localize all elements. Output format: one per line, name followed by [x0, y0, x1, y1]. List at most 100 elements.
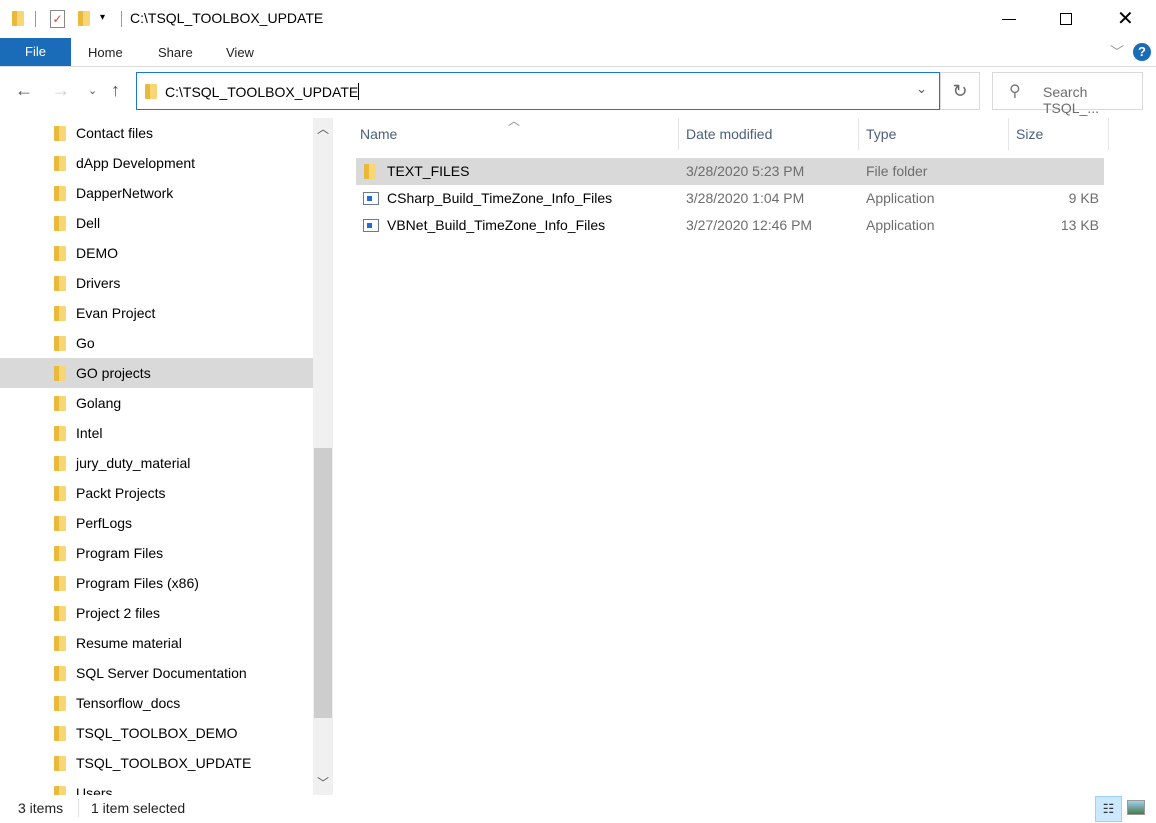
folder-icon — [54, 276, 66, 291]
nav-item[interactable]: TSQL_TOOLBOX_DEMO — [0, 718, 313, 748]
file-row[interactable]: VBNet_Build_TimeZone_Info_Files 3/27/2020… — [356, 212, 1104, 239]
close-button[interactable]: ✕ — [1117, 6, 1134, 31]
nav-item-label: Evan Project — [76, 305, 156, 321]
maximize-button[interactable] — [1060, 13, 1072, 25]
nav-item[interactable]: DapperNetwork — [0, 178, 313, 208]
folder-icon — [54, 486, 66, 501]
nav-item[interactable]: Tensorflow_docs — [0, 688, 313, 718]
refresh-button[interactable]: ↻ — [940, 72, 980, 110]
folder-icon — [145, 84, 157, 99]
scroll-up-icon[interactable]: ︿ — [313, 120, 333, 137]
nav-item[interactable]: Intel — [0, 418, 313, 448]
folder-icon — [54, 216, 66, 231]
nav-item[interactable]: Resume material — [0, 628, 313, 658]
folder-icon — [54, 546, 66, 561]
minimize-button[interactable] — [1002, 19, 1016, 20]
nav-item[interactable]: Evan Project — [0, 298, 313, 328]
column-header-date[interactable]: Date modified — [686, 118, 772, 150]
nav-item[interactable]: PerfLogs — [0, 508, 313, 538]
nav-item-label: DEMO — [76, 245, 118, 261]
nav-item[interactable]: Drivers — [0, 268, 313, 298]
folder-icon — [54, 156, 66, 171]
customize-toolbar-icon[interactable]: ▾ — [100, 12, 105, 23]
nav-item-label: Packt Projects — [76, 485, 166, 501]
file-name: TEXT_FILES — [387, 163, 470, 179]
column-header-size[interactable]: Size — [1016, 118, 1043, 150]
window-title: C:\TSQL_TOOLBOX_UPDATE — [130, 10, 324, 26]
nav-item-label: Go — [76, 335, 95, 351]
nav-item[interactable]: jury_duty_material — [0, 448, 313, 478]
nav-item-label: Contact files — [76, 125, 154, 141]
sort-ascending-icon: ︿ — [508, 114, 521, 128]
nav-scrollbar[interactable]: ︿ ﹀ — [313, 118, 333, 795]
application-icon — [363, 219, 379, 232]
nav-item[interactable]: dApp Development — [0, 148, 313, 178]
selection-count: 1 item selected — [91, 800, 186, 816]
file-date: 3/27/2020 12:46 PM — [686, 217, 813, 233]
back-button[interactable]: ← — [15, 80, 33, 101]
nav-item[interactable]: Program Files (x86) — [0, 568, 313, 598]
nav-item[interactable]: GO projects — [0, 358, 313, 388]
file-size: 13 KB — [1060, 217, 1099, 233]
nav-item-label: Users — [76, 785, 113, 795]
nav-item-label: Program Files — [76, 545, 164, 561]
column-divider[interactable] — [1108, 118, 1109, 150]
tab-share[interactable]: Share — [158, 45, 193, 60]
large-icons-view-button[interactable] — [1127, 800, 1145, 815]
details-view-button[interactable]: ☷ — [1095, 796, 1122, 822]
item-count: 3 items — [18, 800, 64, 816]
nav-item[interactable]: Dell — [0, 208, 313, 238]
nav-item[interactable]: DEMO — [0, 238, 313, 268]
file-type: Application — [866, 190, 935, 206]
file-row[interactable]: CSharp_Build_TimeZone_Info_Files 3/28/202… — [356, 185, 1104, 212]
nav-item-label: Golang — [76, 395, 122, 411]
column-divider[interactable] — [678, 118, 679, 150]
nav-item[interactable]: Users — [0, 778, 313, 795]
new-folder-icon[interactable] — [78, 11, 90, 26]
folder-icon — [54, 366, 66, 381]
nav-item[interactable]: Go — [0, 328, 313, 358]
nav-item-label: PerfLogs — [76, 515, 133, 531]
tab-view[interactable]: View — [226, 45, 254, 60]
column-header-name[interactable]: Name — [360, 118, 397, 150]
nav-item[interactable]: Project 2 files — [0, 598, 313, 628]
address-bar[interactable]: C:\TSQL_TOOLBOX_UPDATE ⌄ — [136, 72, 940, 110]
navigation-pane: Contact files dApp Development DapperNetwo… — [0, 118, 313, 795]
nav-item-label: SQL Server Documentation — [76, 665, 247, 681]
nav-item-label: TSQL_TOOLBOX_UPDATE — [76, 755, 252, 771]
help-icon[interactable]: ? — [1133, 43, 1151, 61]
expand-ribbon-icon[interactable]: ﹀ — [1110, 42, 1124, 62]
column-header-type[interactable]: Type — [866, 118, 896, 150]
nav-item-label: dApp Development — [76, 155, 196, 171]
divider — [35, 11, 36, 27]
nav-item[interactable]: Golang — [0, 388, 313, 418]
nav-item[interactable]: SQL Server Documentation — [0, 658, 313, 688]
file-row[interactable]: TEXT_FILES 3/28/2020 5:23 PM File folder — [356, 158, 1104, 185]
tab-file[interactable]: File — [0, 38, 71, 66]
search-placeholder[interactable]: Search TSQL_... — [1043, 84, 1142, 116]
scrollbar-thumb[interactable] — [314, 448, 332, 718]
address-path[interactable]: C:\TSQL_TOOLBOX_UPDATE — [165, 84, 358, 100]
nav-item-label: Project 2 files — [76, 605, 161, 621]
properties-icon[interactable]: ✓ — [50, 10, 65, 28]
scroll-down-icon[interactable]: ﹀ — [313, 774, 333, 791]
nav-item[interactable]: Contact files — [0, 118, 313, 148]
divider — [78, 799, 79, 817]
file-name: CSharp_Build_TimeZone_Info_Files — [387, 190, 613, 206]
nav-item[interactable]: TSQL_TOOLBOX_UPDATE — [0, 748, 313, 778]
nav-item-label: DapperNetwork — [76, 185, 174, 201]
up-button[interactable]: ↑ — [111, 80, 120, 101]
nav-item[interactable]: Packt Projects — [0, 478, 313, 508]
folder-icon — [54, 756, 66, 771]
forward-button[interactable]: → — [52, 80, 70, 101]
column-divider[interactable] — [858, 118, 859, 150]
folder-icon — [54, 516, 66, 531]
nav-item[interactable]: Program Files — [0, 538, 313, 568]
search-box[interactable]: ⚲ Search TSQL_... — [992, 72, 1143, 116]
folder-icon — [54, 396, 66, 411]
column-divider[interactable] — [1008, 118, 1009, 150]
recent-locations-icon[interactable]: ⌄ — [88, 84, 97, 97]
tab-home[interactable]: Home — [88, 45, 123, 60]
file-date: 3/28/2020 1:04 PM — [686, 190, 805, 206]
address-dropdown-icon[interactable]: ⌄ — [916, 81, 927, 97]
